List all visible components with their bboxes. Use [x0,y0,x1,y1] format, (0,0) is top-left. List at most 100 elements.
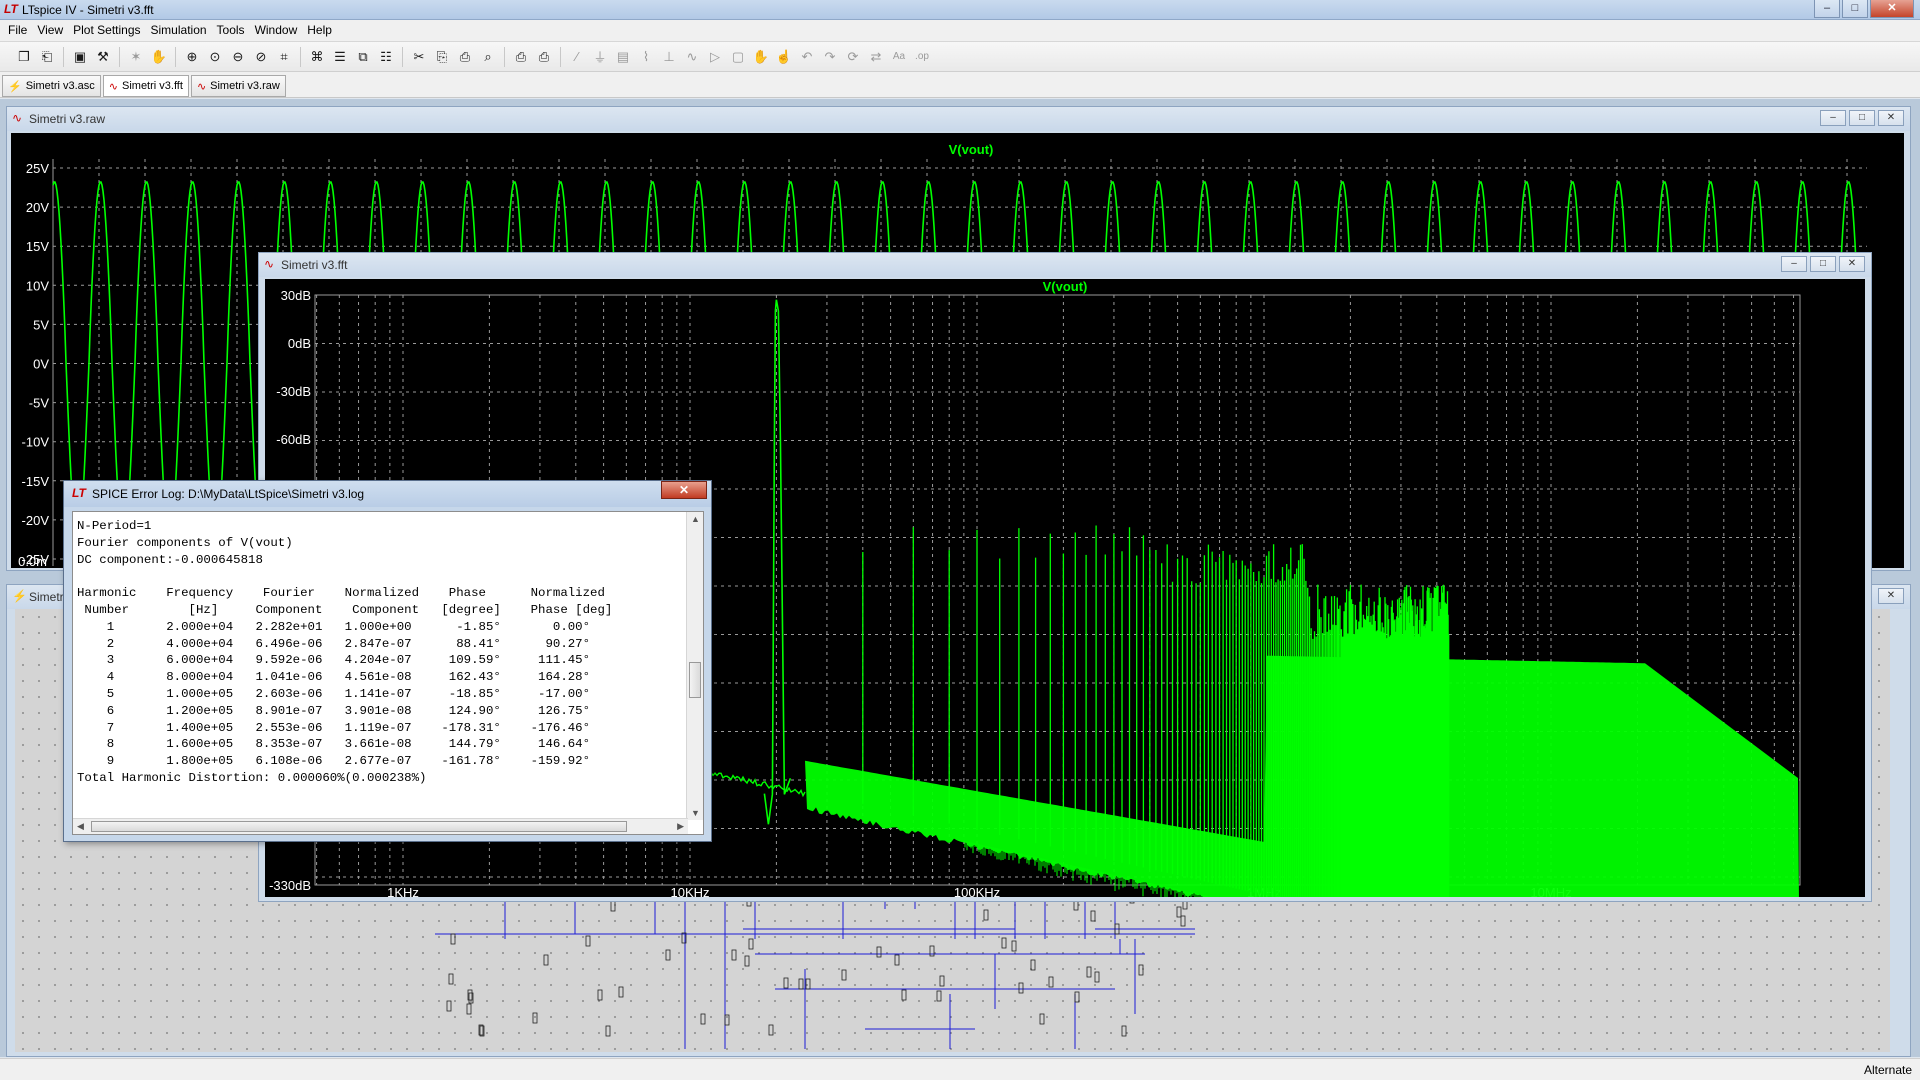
log-line: N-Period=1 [77,519,152,533]
raw-close-button[interactable]: ✕ [1878,110,1904,126]
schematic-component [532,1012,538,1024]
inductor-icon[interactable]: ∿ [682,47,702,67]
move-icon[interactable]: ✋ [751,47,771,67]
menu-help[interactable]: Help [305,20,340,41]
print-icon[interactable]: ⎙ [534,47,554,67]
schematic-component [1090,910,1096,922]
menu-file[interactable]: File [6,20,35,41]
error-log-text: N-Period=1 Fourier components of V(vout) D… [77,518,612,787]
status-bar: Alternate [0,1058,1920,1080]
menu-view[interactable]: View [35,20,71,41]
cut-icon[interactable]: ✂ [409,47,429,67]
scroll-right-icon[interactable]: ▶ [677,821,684,832]
fft-y-tick: -330dB [269,878,311,893]
control-panel-icon[interactable]: ⚒ [93,47,113,67]
error-log-close-button[interactable]: ✕ [661,481,707,499]
rotate-icon[interactable]: ⟳ [843,47,863,67]
menu-plot-settings[interactable]: Plot Settings [71,20,148,41]
error-log-titlebar[interactable]: LT SPICE Error Log: D:\MyData\LtSpice\Si… [64,481,711,507]
zoom-fit-icon[interactable]: ⊘ [251,47,271,67]
vertical-scroll-thumb[interactable] [689,662,701,698]
zoom-out-icon[interactable]: ⊖ [228,47,248,67]
schematic-component [700,1013,706,1025]
tile-horizontal-icon[interactable]: ☰ [330,47,350,67]
schematic-component [1039,1013,1045,1025]
autorange-icon[interactable]: ⌗ [274,47,294,67]
capacitor-icon[interactable]: ⊥ [659,47,679,67]
label-icon[interactable]: ▤ [613,47,633,67]
raw-window-titlebar[interactable]: ∿ Simetri v3.raw – □ ✕ [7,107,1910,131]
resistor-icon[interactable]: ⌇ [636,47,656,67]
schematic-component [744,955,750,967]
maximize-button[interactable]: □ [1842,0,1868,18]
fft-x-tick: 100KHz [954,885,1000,897]
fft-minimize-button[interactable]: – [1781,256,1807,272]
schematic-component [1176,906,1182,918]
paste-icon[interactable]: ⎙ [455,47,475,67]
copy-icon[interactable]: ⎘ [432,47,452,67]
redo-icon[interactable]: ↷ [820,47,840,67]
horizontal-scroll-thumb[interactable] [91,821,627,832]
print-setup-icon[interactable]: ⎙ [511,47,531,67]
component-icon[interactable]: ▢ [728,47,748,67]
mirror-icon[interactable]: ⇄ [866,47,886,67]
pick-visible-traces-icon[interactable]: ⌘ [307,47,327,67]
wire-icon[interactable]: ∕ [567,47,587,67]
diode-icon[interactable]: ▷ [705,47,725,67]
open-icon[interactable]: ⎗ [37,47,57,67]
raw-window-title: Simetri v3.raw [29,112,106,126]
raw-maximize-button[interactable]: □ [1849,110,1875,126]
schematic-component [841,969,847,981]
new-schematic-icon[interactable]: ❐ [14,47,34,67]
log-line: 6 1.200e+05 8.901e-07 3.901e-08 124.90° … [77,703,591,718]
save-icon[interactable]: ▣ [70,47,90,67]
error-log-title: SPICE Error Log: D:\MyData\LtSpice\Simet… [92,487,365,501]
halt-icon[interactable]: ✋ [149,47,169,67]
schematic-component [876,946,882,958]
log-line: Total Harmonic Distortion: 0.000060%(0.0… [77,770,427,785]
drag-icon[interactable]: ☝ [774,47,794,67]
fft-x-tick: 1KHz [387,885,419,897]
tab-simetri-fft[interactable]: ∿ Simetri v3.fft [102,75,189,97]
raw-y-tick: -10V [22,435,50,450]
waveform-icon: ∿ [12,111,23,125]
spice-error-log-dialog[interactable]: LT SPICE Error Log: D:\MyData\LtSpice\Si… [63,480,712,842]
scroll-up-icon[interactable]: ▲ [691,514,700,524]
zoom-in-icon[interactable]: ⊕ [182,47,202,67]
error-log-textarea[interactable]: N-Period=1 Fourier components of V(vout) D… [72,511,704,835]
tab-simetri-asc[interactable]: ⚡ Simetri v3.asc [2,75,101,97]
fft-close-button[interactable]: ✕ [1839,256,1865,272]
text-icon[interactable]: Aa [889,47,909,67]
menu-tools[interactable]: Tools [215,20,253,41]
scroll-down-icon[interactable]: ▼ [691,808,700,818]
tab-simetri-raw[interactable]: ∿ Simetri v3.raw [190,75,286,97]
schematic-component [1086,966,1092,978]
tile-vertical-icon[interactable]: ☷ [376,47,396,67]
fft-window-titlebar[interactable]: ∿ Simetri v3.fft – □ ✕ [259,253,1871,277]
schematic-component [805,978,811,990]
close-button[interactable]: ✕ [1870,0,1914,18]
run-icon[interactable]: ✶ [126,47,146,67]
horizontal-scrollbar[interactable]: ◀ ▶ [73,818,688,834]
scroll-left-icon[interactable]: ◀ [77,821,84,832]
schematic-close-button[interactable]: ✕ [1878,588,1904,604]
title-bar: LT LTspice IV - Simetri v3.fft – □ ✕ [0,0,1920,20]
vertical-scrollbar[interactable]: ▲ ▼ [686,512,703,820]
ground-icon[interactable]: ⏚ [590,47,610,67]
raw-y-tick: 20V [26,200,49,215]
menu-simulation[interactable]: Simulation [149,20,215,41]
zoom-area-icon[interactable]: ⊙ [205,47,225,67]
fft-maximize-button[interactable]: □ [1810,256,1836,272]
undo-icon[interactable]: ↶ [797,47,817,67]
raw-minimize-button[interactable]: – [1820,110,1846,126]
log-line: 5 1.000e+05 2.603e-06 1.141e-07 -18.85° … [77,686,591,701]
minimize-button[interactable]: – [1814,0,1840,18]
spice-directive-icon[interactable]: .op [912,47,932,67]
find-icon[interactable]: ⌕ [478,47,498,67]
menu-window[interactable]: Window [253,20,306,41]
schematic-component [1180,915,1186,927]
schematic-icon: ⚡ [8,80,22,93]
cascade-icon[interactable]: ⧉ [353,47,373,67]
schematic-component [731,949,737,961]
